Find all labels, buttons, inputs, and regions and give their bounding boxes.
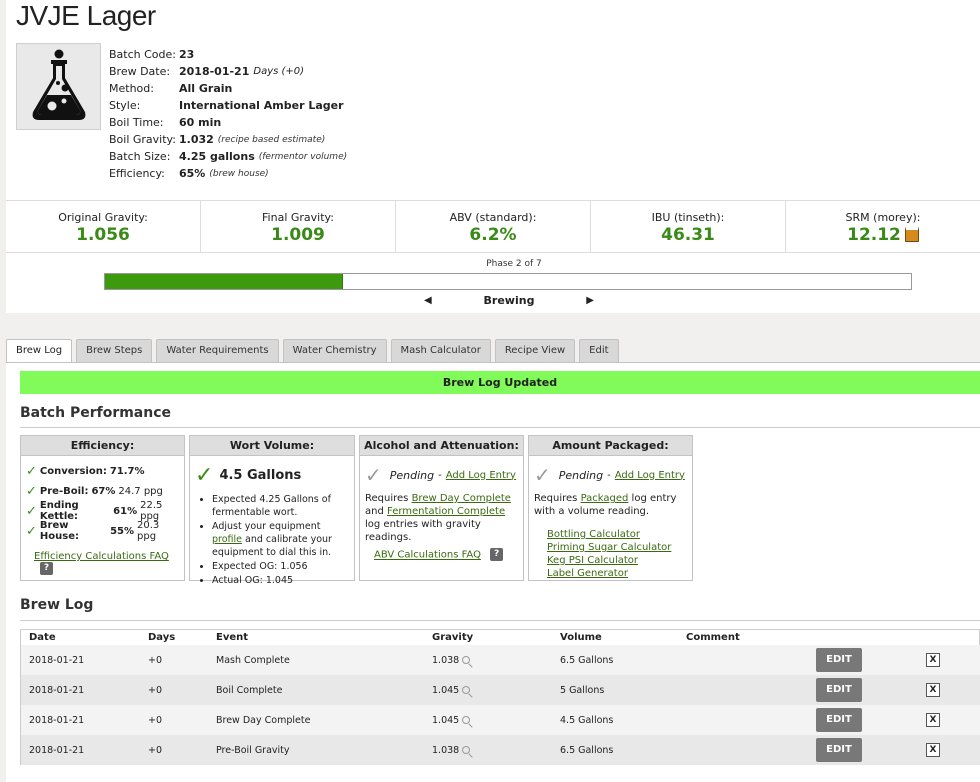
edit-button[interactable]: EDIT <box>816 678 862 702</box>
wort-volume-card-title: Wort Volume: <box>190 436 354 456</box>
wort-volume-value: 4.5 Gallons <box>219 467 302 483</box>
edit-button[interactable]: EDIT <box>816 648 862 672</box>
help-icon[interactable]: ? <box>490 548 504 561</box>
table-row: 2018-01-21 +0 Pre-Boil Gravity 1.038 6.5… <box>20 735 980 765</box>
detail-batch-size: Batch Size: 4.25 gallons (fermentor volu… <box>109 150 348 163</box>
wort-expected-volume: Expected 4.25 Gallons of fermentable wor… <box>212 493 349 519</box>
magnifier-icon[interactable] <box>462 716 471 724</box>
priming-sugar-calculator-link[interactable]: Priming Sugar Calculator <box>547 542 671 553</box>
table-header: Date Days Event Gravity Volume Comment <box>20 629 980 645</box>
wort-volume-card: Wort Volume: ✓ 4.5 Gallons Expected 4.25… <box>189 435 355 586</box>
check-icon: ✓ <box>26 503 37 519</box>
efficiency-conversion: ✓ Conversion: 71.7% <box>26 463 145 479</box>
beer-mug-icon <box>904 226 919 242</box>
tab-water-requirements[interactable]: Water Requirements <box>156 339 279 362</box>
packaged-card-title: Amount Packaged: <box>529 436 692 456</box>
stats-bar: Original Gravity: 1.056 Final Gravity: 1… <box>6 200 980 253</box>
page-title: JVJE Lager <box>16 0 156 31</box>
phase-progress-fill <box>105 274 343 289</box>
alcohol-card-title: Alcohol and Attenuation: <box>360 436 523 456</box>
pending-check-icon: ✓ <box>365 463 382 487</box>
phase-prev-arrow-icon[interactable]: ◀ <box>424 295 432 306</box>
fermentation-complete-link[interactable]: Fermentation Complete <box>387 506 505 517</box>
magnifier-icon[interactable] <box>462 686 471 694</box>
tab-bar: Brew Log Brew Steps Water Requirements W… <box>6 339 623 363</box>
wort-expected-og: Expected OG: 1.056 <box>212 560 349 573</box>
label-generator-link[interactable]: Label Generator <box>547 568 628 579</box>
phase-next-arrow-icon[interactable]: ▶ <box>586 295 594 306</box>
check-icon: ✓ <box>26 483 37 499</box>
table-row: 2018-01-21 +0 Boil Complete 1.045 5 Gall… <box>20 675 980 705</box>
delete-button[interactable]: X <box>926 653 940 667</box>
delete-button[interactable]: X <box>926 713 940 727</box>
phase-label: Phase 2 of 7 <box>486 259 542 269</box>
phase-name: Brewing <box>483 294 535 307</box>
edit-button[interactable]: EDIT <box>816 708 862 732</box>
batch-performance-title: Batch Performance <box>20 405 172 421</box>
alcohol-attenuation-card: Alcohol and Attenuation: ✓ Pending - Add… <box>359 435 524 581</box>
brew-log-table: Date Days Event Gravity Volume Comment 2… <box>20 629 980 765</box>
stat-final-gravity: Final Gravity: 1.009 <box>201 201 396 252</box>
efficiency-card: Efficiency: ✓ Conversion: 71.7% ✓ Pre-Bo… <box>20 435 185 581</box>
divider <box>20 620 980 621</box>
edit-button[interactable]: EDIT <box>816 738 862 762</box>
pending-check-icon: ✓ <box>534 463 551 487</box>
detail-boil-time: Boil Time: 60 min <box>109 116 222 129</box>
tab-brew-log[interactable]: Brew Log <box>6 339 73 363</box>
check-icon: ✓ <box>26 523 37 539</box>
brew-day-complete-link[interactable]: Brew Day Complete <box>412 493 511 504</box>
efficiency-pre-boil: ✓ Pre-Boil: 67% 24.7 ppg <box>26 483 163 499</box>
abv-faq-link[interactable]: ABV Calculations FAQ <box>374 550 481 561</box>
tab-edit[interactable]: Edit <box>579 339 619 362</box>
batch-header-panel: JVJE Lager Batch Code: 23 Brew Date: 201… <box>6 0 980 313</box>
phase-navigation: ◀ Brewing ▶ <box>424 294 594 307</box>
stat-abv: ABV (standard): 6.2% <box>396 201 591 252</box>
stat-original-gravity: Original Gravity: 1.056 <box>6 201 201 252</box>
status-banner: Brew Log Updated <box>20 371 980 394</box>
table-row: 2018-01-21 +0 Mash Complete 1.038 6.5 Ga… <box>20 645 980 675</box>
tab-mash-calculator[interactable]: Mash Calculator <box>390 339 491 362</box>
tab-water-chemistry[interactable]: Water Chemistry <box>282 339 387 362</box>
wort-actual-og: Actual OG: 1.045 <box>212 574 349 587</box>
keg-psi-calculator-link[interactable]: Keg PSI Calculator <box>547 555 638 566</box>
tab-brew-steps[interactable]: Brew Steps <box>76 339 153 362</box>
check-icon: ✓ <box>195 462 214 488</box>
detail-method: Method: All Grain <box>109 82 233 95</box>
divider <box>20 427 980 428</box>
bottling-calculator-link[interactable]: Bottling Calculator <box>547 529 640 540</box>
stat-ibu: IBU (tinseth): 46.31 <box>591 201 786 252</box>
magnifier-icon[interactable] <box>462 656 471 664</box>
add-log-entry-link[interactable]: Add Log Entry <box>446 470 516 481</box>
phase-progress-bar <box>104 273 912 290</box>
help-icon[interactable]: ? <box>40 562 53 575</box>
tab-content-panel: Brew Log Updated Batch Performance Effic… <box>6 362 980 782</box>
days-offset: Days (+0) <box>253 66 305 77</box>
efficiency-ending-kettle: ✓ Ending Kettle: 61% 22.5 ppg <box>26 500 163 522</box>
efficiency-faq-link[interactable]: Efficiency Calculations FAQ <box>34 551 169 562</box>
delete-button[interactable]: X <box>926 743 940 757</box>
detail-boil-gravity: Boil Gravity: 1.032 (recipe based estima… <box>109 133 326 146</box>
detail-brew-date: Brew Date: 2018-01-21 Days (+0) <box>109 65 305 78</box>
delete-button[interactable]: X <box>926 683 940 697</box>
tab-recipe-view[interactable]: Recipe View <box>494 339 576 362</box>
brew-log-title: Brew Log <box>20 597 94 613</box>
equipment-profile-link[interactable]: profile <box>212 534 242 545</box>
add-log-entry-link[interactable]: Add Log Entry <box>615 470 685 481</box>
detail-style: Style: International Amber Lager <box>109 99 344 112</box>
efficiency-card-title: Efficiency: <box>21 436 184 456</box>
table-row: 2018-01-21 +0 Brew Day Complete 1.045 4.… <box>20 705 980 735</box>
detail-batch-code: Batch Code: 23 <box>109 48 195 61</box>
wort-adjust-equipment: Adjust your equipment profile and calibr… <box>212 520 349 559</box>
detail-efficiency: Efficiency: 65% (brew house) <box>109 167 269 180</box>
alcohol-requirement-text: Requires Brew Day Complete and Fermentat… <box>365 493 511 543</box>
packaged-requirement-text: Requires Packaged log entry with a volum… <box>534 493 677 517</box>
beaker-logo-icon <box>16 43 101 130</box>
efficiency-brew-house: ✓ Brew House: 55% 20.3 ppg <box>26 520 160 542</box>
check-icon: ✓ <box>26 463 37 479</box>
magnifier-icon[interactable] <box>462 746 471 754</box>
stat-srm: SRM (morey): 12.12 <box>845 211 921 245</box>
amount-packaged-card: Amount Packaged: ✓ Pending - Add Log Ent… <box>528 435 693 581</box>
packaged-link[interactable]: Packaged <box>581 493 629 504</box>
batch-details: Batch Code: 23 Brew Date: 2018-01-21 Day… <box>109 46 347 182</box>
